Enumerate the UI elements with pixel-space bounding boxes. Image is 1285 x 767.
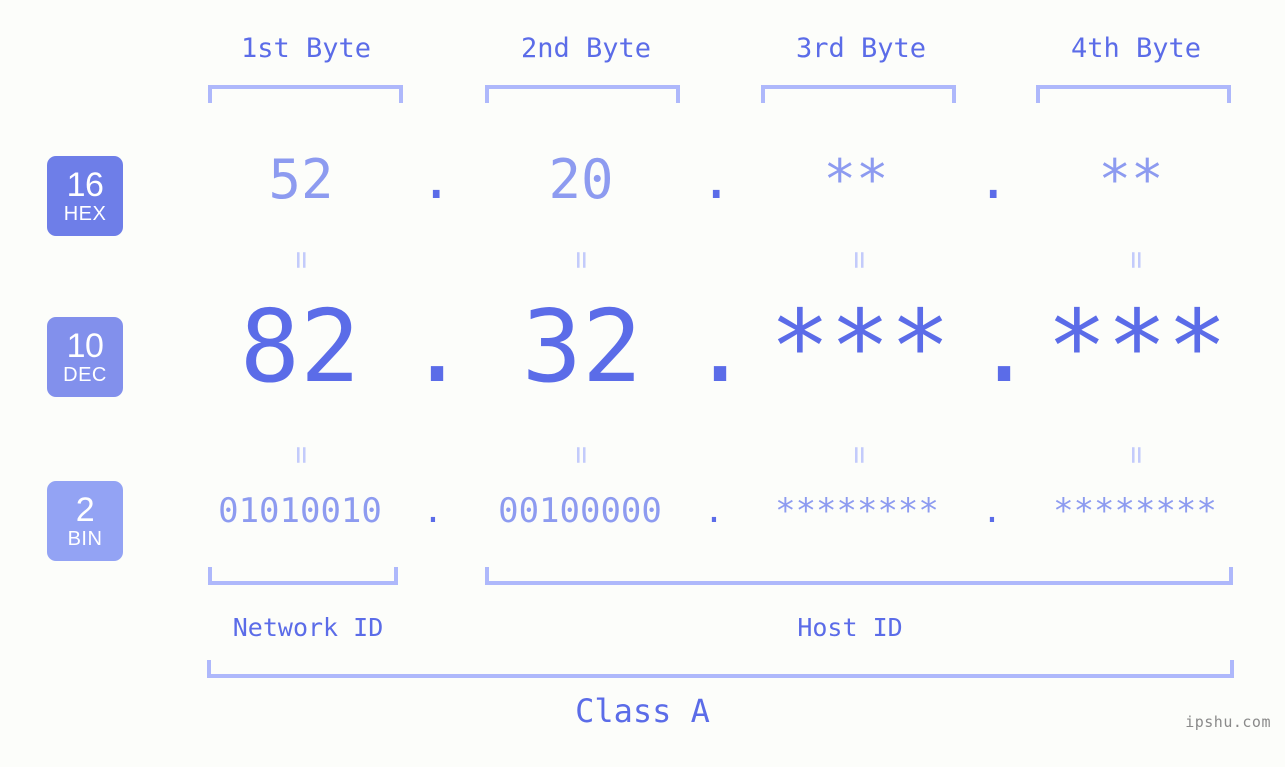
byte-header-4: 4th Byte — [1070, 33, 1202, 64]
equals-connector-hex-dec-3: = — [842, 250, 877, 270]
bin-separator-1: . — [422, 491, 444, 531]
equals-connector-hex-dec-2: = — [564, 250, 599, 270]
hex-separator-1: . — [420, 148, 453, 211]
equals-connector-dec-bin-2: = — [564, 445, 599, 465]
radix-badge-dec: 10 DEC — [47, 317, 123, 397]
equals-connector-hex-dec-1: = — [284, 250, 319, 270]
dec-separator-1: . — [407, 288, 468, 405]
dec-separator-2: . — [690, 288, 751, 405]
radix-badge-bin: 2 BIN — [47, 481, 123, 561]
bin-byte-1: 01010010 — [218, 491, 382, 531]
radix-badge-bin-label: BIN — [67, 528, 103, 550]
radix-badge-hex-number: 16 — [66, 166, 104, 204]
equals-connector-dec-bin-1: = — [284, 445, 319, 465]
dec-byte-4: *** — [1046, 288, 1228, 405]
bin-separator-2: . — [703, 491, 725, 531]
bin-separator-3: . — [981, 491, 1003, 531]
dec-byte-3: *** — [769, 288, 951, 405]
host-id-label: Host ID — [797, 613, 903, 642]
hex-byte-2: 20 — [548, 148, 614, 211]
radix-badge-bin-number: 2 — [75, 491, 95, 529]
equals-connector-dec-bin-3: = — [842, 445, 877, 465]
hex-byte-1: 52 — [268, 148, 334, 211]
byte-header-3: 3rd Byte — [795, 33, 927, 64]
byte-bracket-2 — [485, 85, 680, 103]
byte-bracket-1 — [208, 85, 403, 103]
network-id-bracket — [208, 567, 398, 585]
hex-byte-3: ** — [823, 148, 889, 211]
class-label: Class A — [575, 692, 710, 730]
class-bracket — [207, 660, 1234, 678]
radix-badge-dec-number: 10 — [66, 327, 104, 365]
radix-badge-dec-label: DEC — [63, 364, 107, 386]
bin-byte-3: ******** — [775, 491, 939, 531]
equals-connector-hex-dec-4: = — [1119, 250, 1154, 270]
byte-header-2: 2nd Byte — [520, 33, 652, 64]
bin-byte-2: 00100000 — [498, 491, 662, 531]
dec-byte-1: 82 — [239, 288, 361, 405]
radix-badge-hex-label: HEX — [63, 203, 107, 225]
dec-separator-3: . — [974, 288, 1035, 405]
hex-separator-3: . — [977, 148, 1010, 211]
byte-bracket-3 — [761, 85, 956, 103]
ip-byte-breakdown-diagram: 1st Byte 2nd Byte 3rd Byte 4th Byte 16 H… — [0, 0, 1285, 767]
watermark: ipshu.com — [1185, 713, 1271, 731]
byte-header-1: 1st Byte — [240, 33, 372, 64]
network-id-label: Network ID — [232, 613, 384, 642]
bin-byte-4: ******** — [1053, 491, 1217, 531]
radix-badge-hex: 16 HEX — [47, 156, 123, 236]
hex-separator-2: . — [700, 148, 733, 211]
host-id-bracket — [485, 567, 1233, 585]
dec-byte-2: 32 — [521, 288, 643, 405]
byte-bracket-4 — [1036, 85, 1231, 103]
hex-byte-4: ** — [1098, 148, 1164, 211]
equals-connector-dec-bin-4: = — [1119, 445, 1154, 465]
